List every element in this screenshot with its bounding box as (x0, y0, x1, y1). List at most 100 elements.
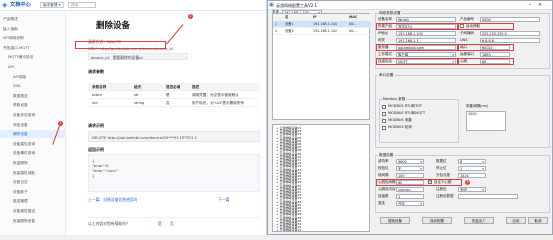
modbus-checkbox[interactable] (382, 119, 386, 123)
table-cell: string (134, 101, 145, 105)
request-example: DELETE http://api.beilobi.com/device/55*… (92, 135, 197, 140)
next-link[interactable]: 下一篇 (218, 197, 229, 203)
annotation-badge: 2 (188, 14, 193, 19)
sidebar-item[interactable]: MQTT通讯协议 (0, 53, 66, 61)
table-cell: str (134, 93, 139, 97)
doc-browser: ◈ 文档中心 版本管理 ▾ 搜索... 产品概述接入指南 API调用说明 开放接口-… (0, 0, 267, 235)
remote-port-label: 远程端口 (460, 52, 474, 56)
sidebar-item[interactable]: 添加设备 (0, 121, 66, 129)
cancel-button[interactable]: 取消 (528, 217, 548, 224)
data-label: 数据位 (436, 159, 447, 163)
data-input[interactable]: 1024 (458, 173, 486, 178)
device-list-header: 名 IP MAC (273, 14, 371, 21)
modbus-group-title: Modbus 参数 (382, 97, 407, 101)
reg-data-input[interactable] (458, 194, 518, 199)
sidebar-item[interactable]: 设备属性查询 (0, 140, 66, 148)
sidebar-item[interactable]: SDK (0, 82, 66, 90)
data-select[interactable]: 1 (458, 166, 486, 171)
device-id-input[interactable]: 0000 (480, 17, 540, 22)
request-example-title: 请求示例 (88, 123, 104, 128)
sidebar-item[interactable]: API调用 (0, 73, 66, 81)
search-device-button[interactable]: 搜索设备 (380, 217, 410, 224)
ip-label: IP地址 (378, 31, 389, 35)
extra-label: 心跳包内容 (378, 187, 396, 191)
device-cell: 设备1 (285, 22, 294, 26)
gateway-label: 网关 (378, 38, 385, 42)
save-config-button[interactable]: 保存配置 (422, 217, 452, 224)
feedback-question: 以上内容对您有帮助吗？ (88, 221, 130, 226)
sidebar-item[interactable]: 批量属性读取 (0, 169, 66, 177)
table-cell: 调用凭据，为空表示使用默认 (192, 93, 239, 97)
modbus-checkbox[interactable] (382, 112, 386, 116)
annotation-badge: 3 (465, 180, 470, 185)
extra-input[interactable]: 1 (396, 194, 424, 199)
search-input[interactable]: 搜索... (68, 2, 96, 8)
feedback-no[interactable]: 否 (170, 221, 174, 227)
extra-input[interactable]: yunyou (396, 187, 424, 192)
heartbeat-highlight (376, 179, 462, 186)
data-label: 帧间隔 (378, 173, 389, 177)
close-icon[interactable]: × (536, 2, 544, 9)
prev-link[interactable]: 上一篇：对接设备信息使用向 (88, 197, 137, 203)
response-title: 返回示例 (88, 147, 104, 152)
tree-item[interactable]: + 云游物联设备33 (276, 229, 301, 231)
minimize-icon[interactable]: – (526, 2, 534, 9)
sidebar-item[interactable]: 接入指南 (0, 25, 66, 33)
data-select[interactable]: 9600 (396, 159, 424, 164)
gateway-input[interactable]: 192.168.1.1 (396, 38, 456, 43)
version-select[interactable]: 版本管理 ▾ (40, 2, 64, 8)
reg-data-label: 注册包数据 (436, 194, 454, 198)
sidebar-item[interactable]: 设备事件查询 (0, 149, 66, 157)
sidebar-item[interactable]: 批量删除 (0, 159, 66, 167)
sidebar-item[interactable]: 数据推送 (0, 92, 66, 100)
dns-input[interactable]: 8.8.8.8 (480, 38, 540, 43)
extra-label: 重连 (378, 201, 385, 205)
device-cell: 00:... (349, 22, 358, 26)
sidebar-item[interactable]: API调用说明 (0, 34, 66, 42)
logo-icon: ◈ (2, 1, 8, 9)
sidebar-item[interactable]: 产品概述 (0, 15, 66, 23)
column-header: 名 (285, 15, 289, 19)
sidebar-item[interactable]: 推送管理 (0, 197, 66, 205)
device-name-input[interactable]: Wmk0 (396, 17, 456, 22)
ip-input[interactable]: 192.168.1.100 (396, 31, 456, 36)
page-title: 删除设备 (96, 21, 131, 31)
modbus-checkbox[interactable] (382, 105, 386, 109)
modbus-interval-label: 采集间隔(ms) (466, 104, 488, 108)
modbus-checkbox[interactable] (382, 126, 386, 130)
device-name-label: 设备名称 (378, 17, 392, 21)
factory-reset-button[interactable]: 恢复出厂 (464, 217, 494, 224)
data-select[interactable]: 无 (396, 166, 424, 171)
window-title: 云游网络配置工具V2.1 (276, 3, 318, 8)
sidebar-item[interactable]: 设备日志 (0, 178, 66, 186)
mode-select[interactable]: 客户端 (396, 52, 456, 57)
port-highlight (458, 44, 514, 51)
sidebar-item[interactable]: 开放接口-MQTT (0, 44, 66, 52)
device-cell: 00:... (349, 29, 358, 33)
device-row[interactable]: 1 设备1 192.168.1.100 00:... (273, 21, 371, 28)
data-select[interactable]: 8 (458, 159, 486, 164)
response-box: { "error":0, "error":"succ" } (88, 154, 260, 192)
device-cell: 192.168.1.100 (313, 22, 338, 26)
reg-select[interactable]: 关闭 (458, 187, 486, 192)
device-row[interactable]: 2 设备2 192.168.1.102 00:... (273, 28, 371, 35)
title-bar: ▣ 云游网络配置工具V2.1 – × (268, 1, 552, 10)
params-table: 参数名称 格式 是否必填 描述 token str 是 调用凭据，为空表示使用默… (88, 83, 260, 107)
data-input[interactable]: 100 (396, 173, 424, 178)
remote-port-input[interactable]: 1883 (480, 52, 510, 57)
url-highlight (75, 41, 166, 49)
apply-button[interactable]: 应用 (506, 217, 526, 224)
device-tree: + 云游物联设备01 + 云游物联设备02 + 云游物联设备03 + 云游物联设备04… (272, 124, 370, 232)
sidebar-item[interactable]: API (0, 63, 66, 71)
sidebar-item[interactable]: 设备属性推送 (0, 207, 66, 215)
feedback-yes[interactable]: 是 (158, 221, 162, 227)
brand-title[interactable]: 文档中心 (10, 2, 31, 9)
sidebar-item[interactable]: 设备影子 (0, 188, 66, 196)
extra-select[interactable]: 开启 (396, 201, 424, 206)
modbus-interval-input[interactable]: 1000 (466, 111, 506, 131)
sidebar-item[interactable]: 批量删除设备 (0, 217, 66, 225)
config-window: ▣ 云游网络配置工具V2.1 – × 发现 192.168.1.100 名 IP… (267, 0, 553, 235)
mask-input[interactable]: 255.255.255.0 (480, 31, 540, 36)
sidebar-item[interactable]: 设备状态查询 (0, 111, 66, 119)
sidebar-item[interactable]: 获取设备 (0, 101, 66, 109)
